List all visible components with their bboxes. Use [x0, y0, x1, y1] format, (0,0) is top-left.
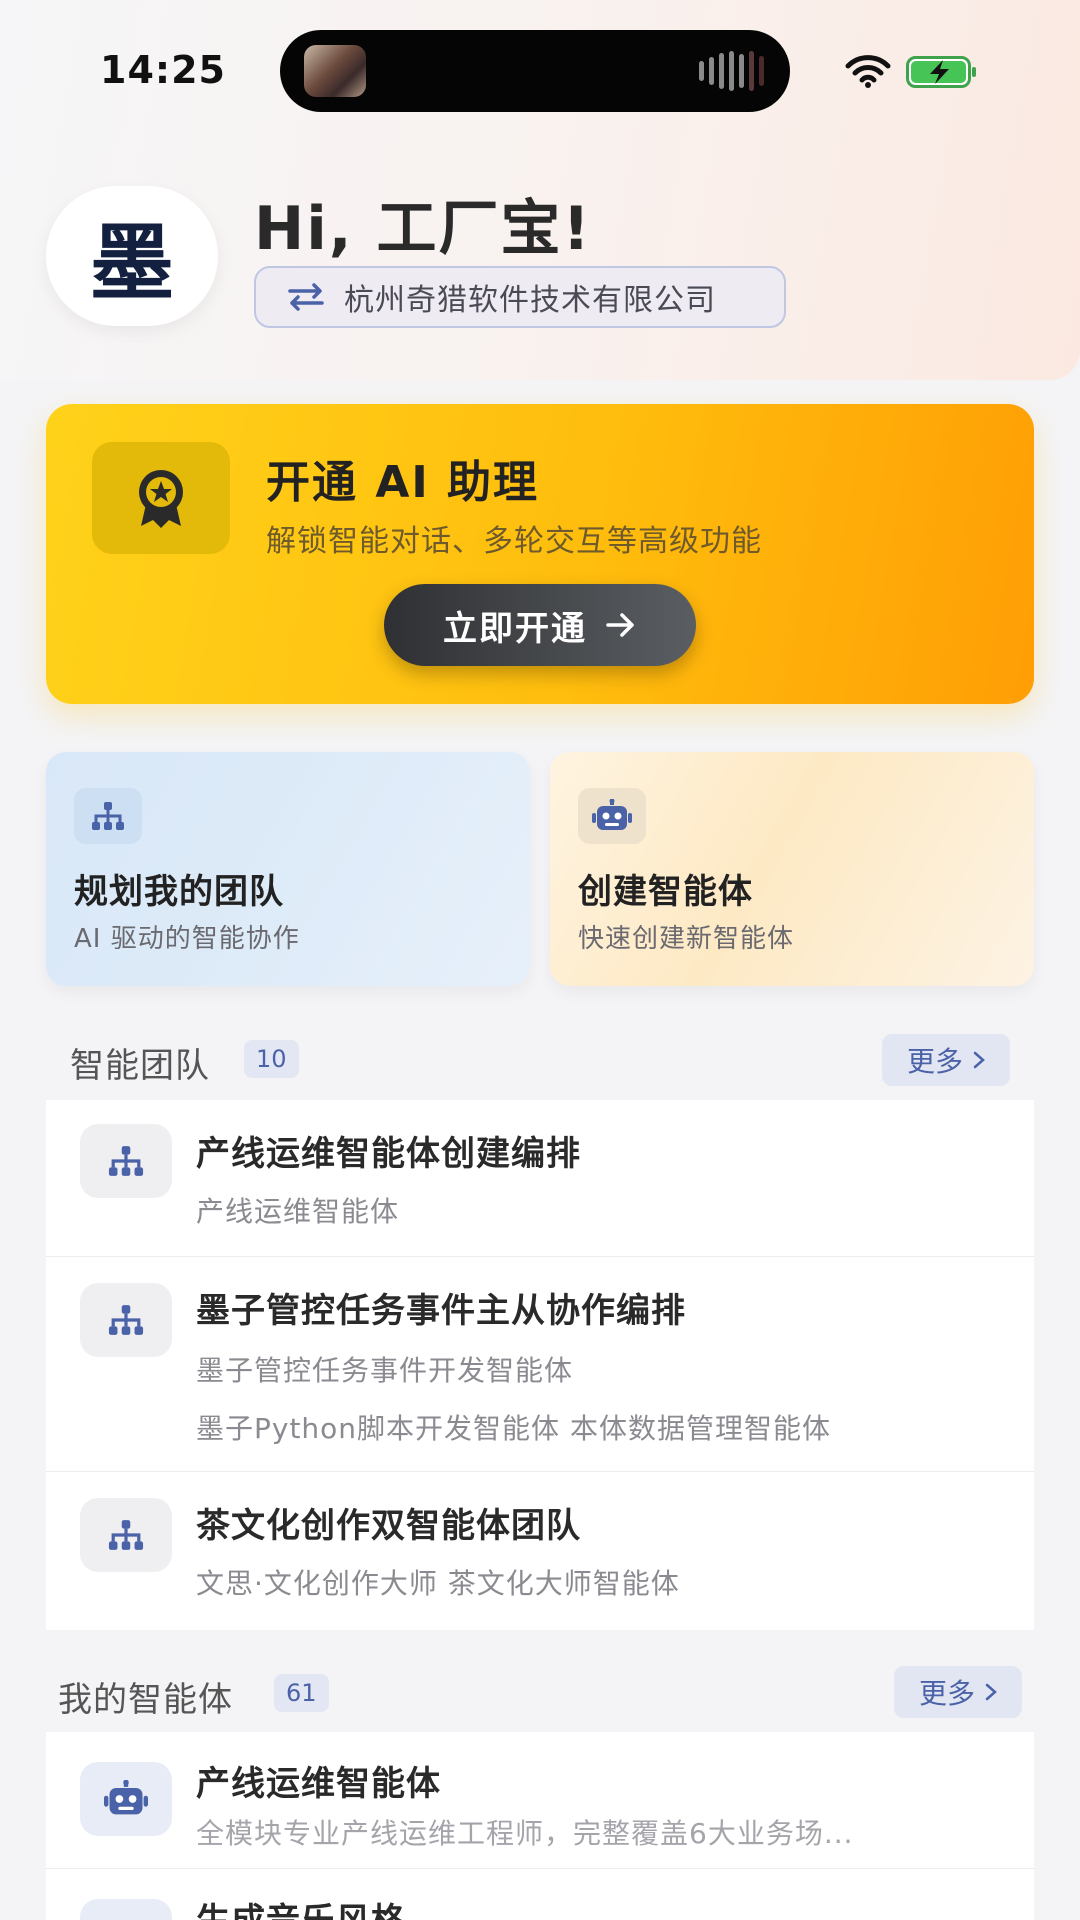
promo-subtitle: 解锁智能对话、多轮交互等高级功能: [266, 524, 762, 559]
dynamic-island[interactable]: [280, 30, 790, 112]
team-member-line: 文思·文化创作大师 茶文化大师智能体: [196, 1567, 680, 1600]
wifi-icon: [845, 55, 891, 88]
team-row[interactable]: 墨子管控任务事件主从协作编排 墨子管控任务事件开发智能体 墨子Python脚本开…: [46, 1257, 1034, 1472]
agent-title: 产线运维智能体: [196, 1764, 441, 1804]
now-playing-thumbnail: [304, 45, 366, 97]
agent-row[interactable]: 产线运维智能体 全模块专业产线运维工程师，完整覆盖6大业务场...: [46, 1732, 1034, 1869]
robot-icon: [80, 1899, 172, 1920]
teams-count-badge: 10: [244, 1040, 299, 1078]
plan-team-title: 规划我的团队: [74, 872, 284, 912]
agents-more-label: 更多: [918, 1677, 975, 1710]
team-org-icon: [80, 1124, 172, 1198]
status-time: 14:25: [100, 48, 226, 92]
promo-title: 开通 AI 助理: [266, 457, 540, 508]
award-medal-icon: [139, 470, 183, 528]
team-member-line: 墨子管控任务事件开发智能体: [196, 1354, 574, 1387]
team-member-line: 墨子Python脚本开发智能体 本体数据管理智能体: [196, 1412, 831, 1445]
create-agent-title: 创建智能体: [578, 872, 753, 912]
company-name: 杭州奇猎软件技术有限公司: [344, 283, 716, 318]
team-org-icon: [80, 1498, 172, 1572]
agents-list: 产线运维智能体 全模块专业产线运维工程师，完整覆盖6大业务场... 生成音乐风格: [46, 1732, 1034, 1920]
swap-arrows-icon: [288, 283, 324, 311]
team-title: 墨子管控任务事件主从协作编排: [196, 1291, 686, 1331]
teams-more-button[interactable]: 更多: [882, 1034, 1010, 1086]
robot-icon: [578, 788, 646, 844]
activate-now-button[interactable]: 立即开通: [384, 584, 696, 666]
promo-icon-container: [92, 442, 230, 554]
agent-description: 全模块专业产线运维工程师，完整覆盖6大业务场...: [196, 1817, 854, 1850]
create-agent-card[interactable]: 创建智能体 快速创建新智能体: [550, 752, 1034, 986]
chevron-right-icon: [973, 1051, 985, 1069]
team-title: 茶文化创作双智能体团队: [196, 1506, 581, 1546]
agents-count-badge: 61: [274, 1674, 329, 1712]
create-agent-subtitle: 快速创建新智能体: [578, 924, 795, 954]
team-org-icon: [80, 1283, 172, 1357]
teams-more-label: 更多: [906, 1045, 963, 1078]
agent-row[interactable]: 生成音乐风格: [46, 1869, 1034, 1920]
avatar-character: 墨: [89, 212, 174, 312]
activate-button-label: 立即开通: [443, 608, 587, 649]
plan-team-card[interactable]: 规划我的团队 AI 驱动的智能协作: [46, 752, 530, 986]
battery-charging-icon: [906, 56, 976, 88]
agent-title: 生成音乐风格: [196, 1893, 406, 1920]
team-row[interactable]: 茶文化创作双智能体团队 文思·文化创作大师 茶文化大师智能体: [46, 1472, 1034, 1630]
agents-more-button[interactable]: 更多: [894, 1666, 1022, 1718]
robot-icon: [80, 1762, 172, 1836]
user-avatar[interactable]: 墨: [46, 186, 218, 326]
agents-section-title: 我的智能体: [58, 1680, 233, 1720]
team-row[interactable]: 产线运维智能体创建编排 产线运维智能体: [46, 1100, 1034, 1257]
greeting-title: Hi, 工厂宝!: [254, 194, 592, 264]
team-member-line: 产线运维智能体: [196, 1195, 400, 1228]
team-org-icon: [74, 788, 142, 844]
team-title: 产线运维智能体创建编排: [196, 1134, 581, 1174]
teams-list: 产线运维智能体创建编排 产线运维智能体 墨子管控任务事件主从协作编排 墨子管控任…: [46, 1100, 1034, 1630]
plan-team-subtitle: AI 驱动的智能协作: [74, 924, 300, 954]
company-switcher[interactable]: 杭州奇猎软件技术有限公司: [254, 266, 786, 328]
teams-section-title: 智能团队: [70, 1046, 210, 1086]
chevron-right-icon: [985, 1683, 997, 1701]
arrow-right-icon: [606, 613, 634, 637]
ai-assistant-promo-card: 开通 AI 助理 解锁智能对话、多轮交互等高级功能 立即开通: [46, 404, 1034, 704]
audio-wave-icon: [699, 50, 764, 92]
